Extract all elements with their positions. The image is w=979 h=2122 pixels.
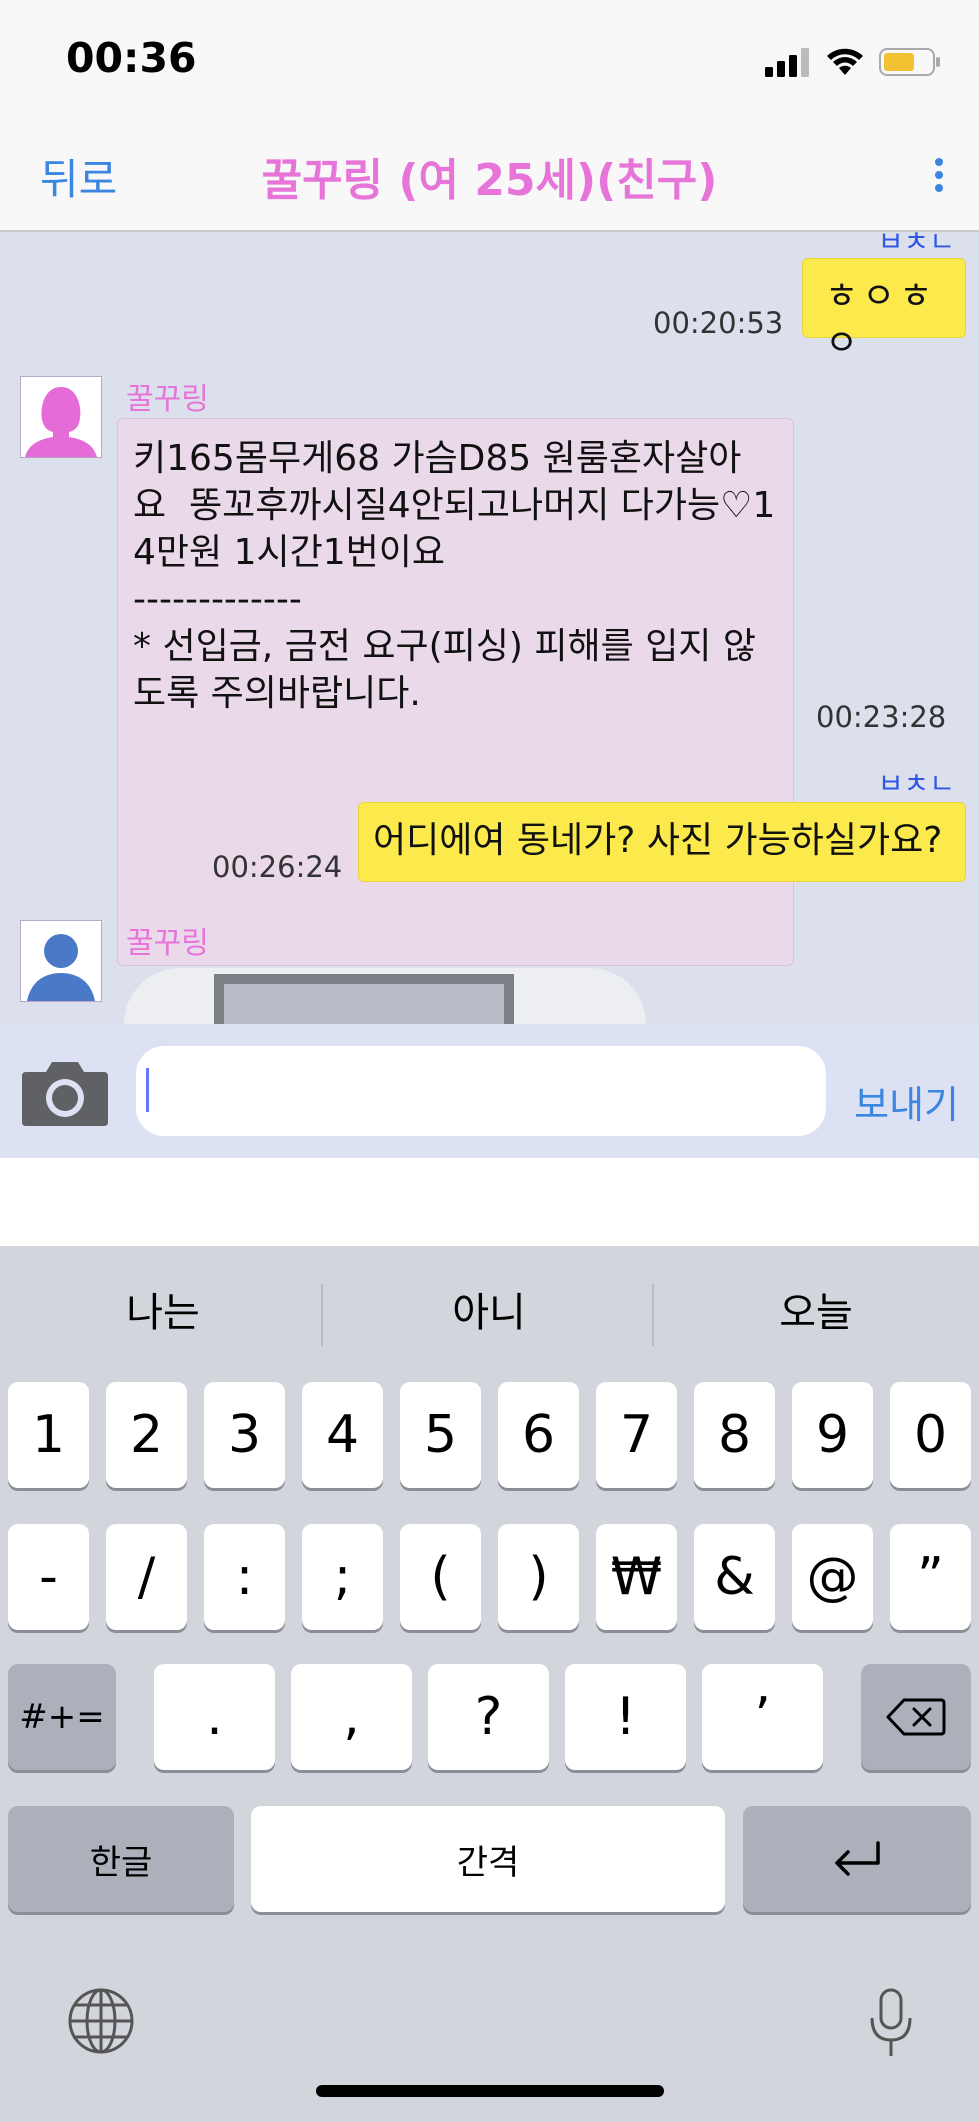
message-line: * 선입금, 금전 요구(피싱) 피해를 입지 않: [133, 626, 756, 667]
key-row3-2[interactable]: ,: [291, 1664, 412, 1770]
key-row3-3[interactable]: ?: [428, 1664, 549, 1770]
sender-name: 꿀꾸링: [126, 382, 209, 417]
return-icon: [835, 1841, 880, 1876]
backspace-key[interactable]: [861, 1664, 971, 1770]
avatar[interactable]: [20, 920, 102, 1002]
avatar-female-icon: [25, 387, 97, 457]
key-row2-2[interactable]: :: [204, 1524, 285, 1630]
language-key[interactable]: 한글: [8, 1806, 234, 1912]
spacer: [0, 1158, 979, 1246]
my-message-bubble[interactable]: 어디에여 동네가? 사진 가능하실가요?: [358, 802, 966, 882]
input-bar: 보내기: [0, 1024, 979, 1158]
more-vert-icon[interactable]: [929, 158, 949, 198]
send-button[interactable]: 보내기: [854, 1074, 959, 1129]
key-row1-6[interactable]: 7: [596, 1382, 677, 1488]
battery-icon: [879, 48, 940, 76]
key-row3-1[interactable]: .: [154, 1664, 275, 1770]
nav-bar: 뒤로 꿀꾸링 (여 25세)(친구): [0, 120, 979, 232]
chat-title: 꿀꾸링 (여 25세)(친구): [261, 155, 718, 206]
key-row3-4[interactable]: !: [565, 1664, 686, 1770]
key-row2-0[interactable]: -: [8, 1524, 89, 1630]
signal-icon: [765, 48, 809, 77]
message-time: 00:20:53: [653, 306, 784, 340]
status-time: 00:36: [66, 34, 197, 82]
message-line: 키165몸무게68 가슴D85 원룸혼자살아: [133, 438, 742, 479]
key-row2-7[interactable]: &: [694, 1524, 775, 1630]
status-bar: 00:36: [0, 0, 979, 120]
message-time: 00:23:28: [816, 700, 947, 734]
key-row2-8[interactable]: @: [792, 1524, 873, 1630]
my-message-bubble[interactable]: ㅎㅇㅎㅇ: [802, 258, 966, 364]
suggestion-2[interactable]: 아니: [326, 1246, 652, 1372]
message-line: 요 똥꼬후까시질4안되고나머지 다가능♡1: [133, 485, 776, 526]
suggestion-3[interactable]: 오늘: [653, 1246, 979, 1372]
read-receipt: ㅂㅊㄴ: [877, 767, 955, 800]
key-row1-0[interactable]: 1: [8, 1382, 89, 1488]
message-input[interactable]: [136, 1046, 826, 1136]
microphone-icon[interactable]: [866, 1988, 916, 2060]
key-row2-9[interactable]: ”: [890, 1524, 971, 1630]
message-line: -------------: [133, 579, 302, 620]
key-row1-2[interactable]: 3: [204, 1382, 285, 1488]
globe-icon[interactable]: [66, 1986, 136, 2056]
read-receipt: ㅂㅊㄴ: [877, 232, 955, 258]
home-indicator: [316, 2085, 664, 2097]
key-row3-5[interactable]: ’: [702, 1664, 823, 1770]
text-caret: [146, 1068, 149, 1112]
backspace-icon: [886, 1698, 946, 1736]
chat-area[interactable]: ㅂㅊㄴ ㅎㅇㅎㅇ 00:20:53 꿀꾸링 키165몸무게68 가슴D85 원룸…: [0, 232, 979, 1024]
key-row2-6[interactable]: ₩: [596, 1524, 677, 1630]
photo-attachment[interactable]: [124, 968, 646, 1024]
message-line: 4만원 1시간1번이요: [133, 532, 445, 573]
avatar[interactable]: [20, 376, 102, 458]
key-row1-4[interactable]: 5: [400, 1382, 481, 1488]
key-row2-1[interactable]: /: [106, 1524, 187, 1630]
sender-name: 꿀꾸링: [126, 926, 209, 961]
keyboard: 나는 아니 오늘 1234567890 - /:;() ₩ & @” #+= .,?!’…: [0, 1246, 979, 2122]
return-key[interactable]: [743, 1806, 971, 1912]
key-row1-9[interactable]: 0: [890, 1382, 971, 1488]
key-row1-5[interactable]: 6: [498, 1382, 579, 1488]
key-row1-7[interactable]: 8: [694, 1382, 775, 1488]
key-row2-4[interactable]: (: [400, 1524, 481, 1630]
message-time: 00:26:24: [212, 850, 343, 884]
key-row2-3[interactable]: ;: [302, 1524, 383, 1630]
avatar-male-icon: [27, 934, 95, 1001]
wifi-icon: [827, 48, 863, 75]
camera-icon[interactable]: [20, 1058, 110, 1128]
key-row1-8[interactable]: 9: [792, 1382, 873, 1488]
symbols-key[interactable]: #+=: [8, 1664, 116, 1770]
message-line: 도록 주의바랍니다.: [133, 673, 421, 714]
suggestion-1[interactable]: 나는: [0, 1246, 326, 1372]
key-row2-5[interactable]: ): [498, 1524, 579, 1630]
key-row1-3[interactable]: 4: [302, 1382, 383, 1488]
key-row1-1[interactable]: 2: [106, 1382, 187, 1488]
space-key[interactable]: 간격: [251, 1806, 725, 1912]
